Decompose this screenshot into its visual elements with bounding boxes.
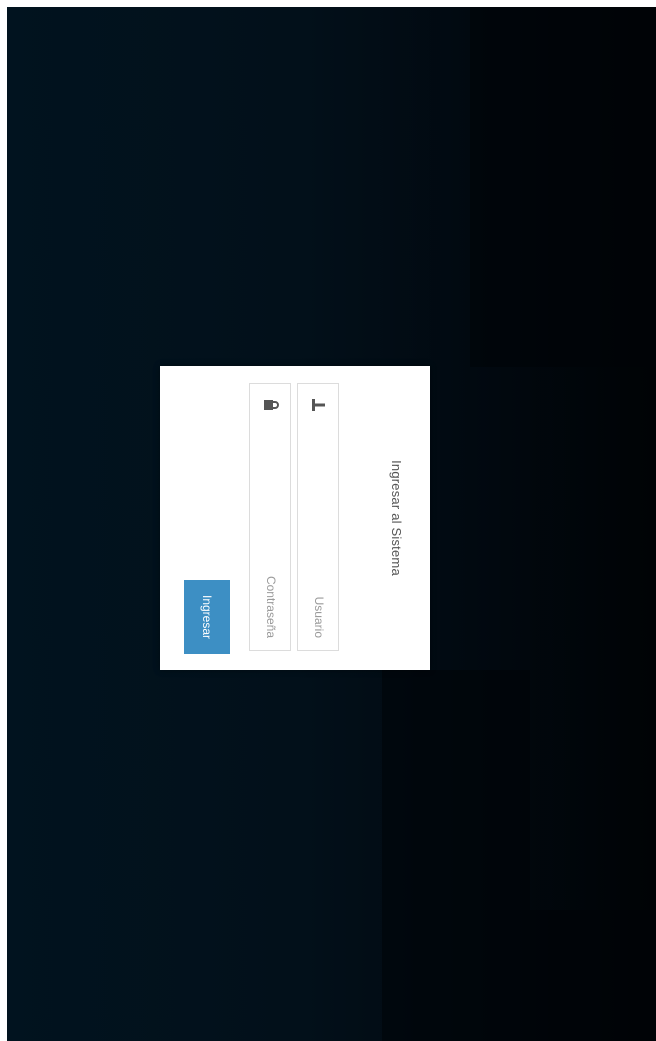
password-placeholder: Contraseña: [264, 575, 278, 638]
login-form: Ingresar al Sistema Usuario Contraseña I…: [160, 366, 430, 670]
login-screen-background: Ingresar al Sistema Usuario Contraseña I…: [7, 7, 656, 1041]
login-card: Ingresar al Sistema Usuario Contraseña I…: [160, 366, 430, 670]
username-placeholder: Usuario: [312, 596, 326, 638]
user-icon: [312, 399, 325, 411]
lock-icon: [264, 400, 279, 410]
login-button[interactable]: Ingresar: [184, 580, 230, 654]
username-field[interactable]: Usuario: [297, 383, 339, 651]
login-title: Ingresar al Sistema: [389, 460, 404, 576]
background-band: [530, 910, 656, 1041]
background-band: [470, 7, 656, 367]
background-band: [382, 670, 530, 1041]
password-field[interactable]: Contraseña: [249, 383, 291, 651]
